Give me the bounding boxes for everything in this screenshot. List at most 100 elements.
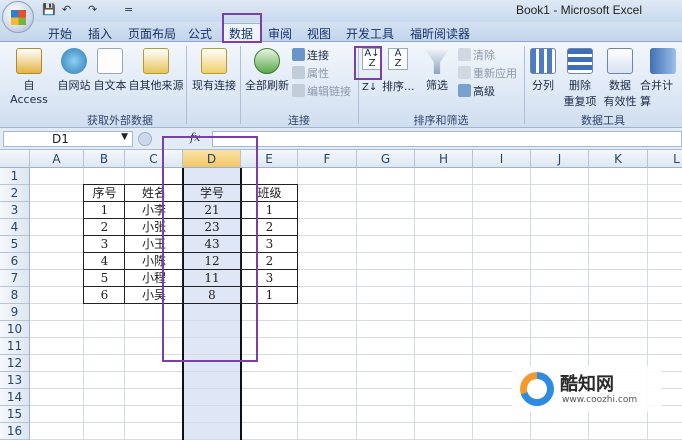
- existing-connections-button[interactable]: 现有连接: [190, 48, 238, 93]
- row-header-13[interactable]: 13: [0, 372, 30, 389]
- web-icon: [61, 48, 87, 74]
- text-file-icon: [97, 48, 123, 74]
- column-header-k[interactable]: K: [589, 150, 648, 168]
- refresh-all-button[interactable]: 全部刷新: [244, 48, 290, 93]
- sort-button[interactable]: 排序...: [382, 78, 415, 94]
- select-all-corner[interactable]: [0, 150, 30, 168]
- column-header-l[interactable]: L: [648, 150, 682, 168]
- customize-qat-icon[interactable]: =: [124, 3, 133, 19]
- connections-button[interactable]: 连接: [292, 47, 329, 63]
- data-validation-button[interactable]: 数据 有效性: [600, 48, 640, 109]
- connections-icon: [292, 48, 305, 61]
- column-header-i[interactable]: I: [473, 150, 531, 168]
- watermark-url: www.coozhi.com: [562, 395, 638, 405]
- existing-connections-icon: [201, 48, 227, 74]
- highlight-column-d: [162, 136, 258, 362]
- row-header-11[interactable]: 11: [0, 338, 30, 355]
- data-validation-icon: [607, 48, 633, 74]
- tab-insert[interactable]: 插入: [88, 25, 112, 42]
- row-header-4[interactable]: 4: [0, 219, 30, 236]
- clear-icon: [458, 48, 471, 61]
- office-button[interactable]: [2, 1, 34, 33]
- group-label-sort-filter: 排序和筛选: [413, 114, 469, 127]
- refresh-icon: [254, 48, 280, 74]
- row-header-6[interactable]: 6: [0, 253, 30, 270]
- table-header-cell[interactable]: 序号: [84, 185, 125, 202]
- clear-filter-button[interactable]: 清除: [458, 47, 495, 63]
- table-border: [297, 184, 298, 304]
- table-cell[interactable]: 1: [84, 202, 125, 219]
- table-cell[interactable]: 5: [84, 270, 125, 287]
- name-box[interactable]: D1 ▼: [3, 131, 133, 147]
- filter-funnel-icon: [424, 48, 450, 74]
- window-title: Book1 - Microsoft Excel: [515, 3, 642, 17]
- column-gridline: [472, 168, 473, 440]
- sort-descending-button[interactable]: AZ: [388, 48, 408, 70]
- ribbon: 自 Access 自网站 自文本 自其他来源 现有连接 获取外部数据 全部刷新 …: [0, 42, 682, 128]
- from-text-button[interactable]: 自文本: [92, 48, 128, 93]
- edit-links-icon: [292, 84, 305, 97]
- row-header-1[interactable]: 1: [0, 168, 30, 185]
- remove-duplicates-button[interactable]: 删除 重复项: [560, 48, 600, 109]
- advanced-icon: [458, 84, 471, 97]
- formula-bar-expand-icon[interactable]: [138, 132, 152, 146]
- row-header-7[interactable]: 7: [0, 270, 30, 287]
- office-logo-icon: [11, 10, 26, 25]
- column-header-h[interactable]: H: [415, 150, 473, 168]
- save-icon[interactable]: 💾: [42, 3, 56, 19]
- row-header-8[interactable]: 8: [0, 287, 30, 304]
- watermark-brand: 酷知网: [560, 374, 614, 395]
- redo-icon[interactable]: ↷: [88, 3, 97, 19]
- column-header-b[interactable]: B: [84, 150, 125, 168]
- row-header-12[interactable]: 12: [0, 355, 30, 372]
- group-label-external-data: 获取外部数据: [87, 114, 153, 127]
- row-header-15[interactable]: 15: [0, 406, 30, 423]
- edit-links-button[interactable]: 编辑链接: [292, 83, 351, 99]
- column-header-j[interactable]: J: [531, 150, 589, 168]
- table-cell[interactable]: 6: [84, 287, 125, 304]
- row-header-16[interactable]: 16: [0, 423, 30, 440]
- group-label-data-tools: 数据工具: [581, 114, 625, 127]
- row-header-14[interactable]: 14: [0, 389, 30, 406]
- advanced-filter-button[interactable]: 高级: [458, 83, 495, 99]
- table-cell[interactable]: 3: [84, 236, 125, 253]
- formula-input[interactable]: [212, 131, 682, 147]
- highlight-data-tab: [222, 13, 262, 43]
- reapply-button[interactable]: 重新应用: [458, 65, 517, 81]
- column-header-f[interactable]: F: [298, 150, 357, 168]
- column-header-a[interactable]: A: [30, 150, 84, 168]
- column-gridline: [356, 168, 357, 440]
- sort-icon-small: Z↓: [362, 82, 378, 93]
- consolidate-button[interactable]: 合并计算: [640, 48, 682, 109]
- remove-duplicates-icon: [567, 48, 593, 74]
- table-border: [124, 184, 125, 304]
- tab-foxit-reader[interactable]: 福昕阅读器: [410, 25, 470, 42]
- tab-home[interactable]: 开始: [48, 25, 72, 42]
- highlight-sort-button: [354, 46, 382, 80]
- row-header-10[interactable]: 10: [0, 321, 30, 338]
- group-label-connections: 连接: [288, 114, 310, 127]
- row-header-5[interactable]: 5: [0, 236, 30, 253]
- tab-developer[interactable]: 开发工具: [346, 25, 394, 42]
- text-to-columns-button[interactable]: 分列: [528, 48, 558, 93]
- tab-review[interactable]: 审阅: [268, 25, 292, 42]
- tab-view[interactable]: 视图: [307, 25, 331, 42]
- watermark: 酷知网 www.coozhi.com: [512, 366, 662, 412]
- from-access-button[interactable]: 自 Access: [4, 48, 54, 106]
- from-other-sources-button[interactable]: 自其他来源: [128, 48, 184, 93]
- undo-icon[interactable]: ↶: [62, 3, 71, 19]
- other-sources-icon: [143, 48, 169, 74]
- row-header-9[interactable]: 9: [0, 304, 30, 321]
- row-header-3[interactable]: 3: [0, 202, 30, 219]
- from-web-button[interactable]: 自网站: [56, 48, 92, 93]
- filter-button[interactable]: 筛选: [420, 48, 454, 93]
- column-header-g[interactable]: G: [357, 150, 415, 168]
- table-cell[interactable]: 2: [84, 219, 125, 236]
- name-box-dropdown-icon[interactable]: ▼: [121, 132, 128, 142]
- title-bar: 💾 ↶ ↷ = Book1 - Microsoft Excel: [0, 0, 682, 22]
- row-header-2[interactable]: 2: [0, 185, 30, 202]
- tab-page-layout[interactable]: 页面布局: [128, 25, 176, 42]
- tab-formulas[interactable]: 公式: [188, 25, 212, 42]
- properties-button[interactable]: 属性: [292, 65, 329, 81]
- table-cell[interactable]: 4: [84, 253, 125, 270]
